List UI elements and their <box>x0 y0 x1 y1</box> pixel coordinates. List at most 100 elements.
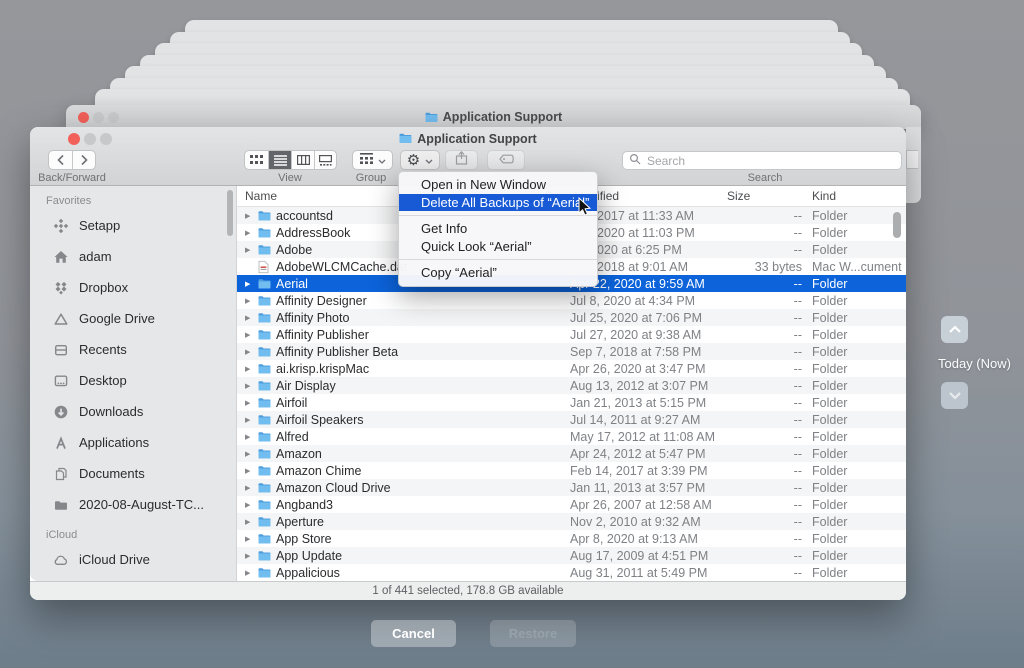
column-header-size[interactable]: Size <box>727 189 750 203</box>
group-button[interactable] <box>352 150 393 170</box>
sidebar-item-recents[interactable]: Recents <box>30 334 236 365</box>
search-label: Search <box>715 172 815 184</box>
folder-icon <box>258 431 271 442</box>
file-name: Airfoil Speakers <box>276 413 364 427</box>
file-row-alfred[interactable]: ▶AlfredMay 17, 2012 at 11:08 AM--Folder <box>237 428 906 445</box>
disclosure-triangle-icon[interactable]: ▶ <box>245 552 250 560</box>
file-name: Amazon <box>276 447 322 461</box>
sidebar-item-desktop[interactable]: Desktop <box>30 365 236 396</box>
file-date-modified: Apr 26, 2020 at 3:47 PM <box>570 362 706 376</box>
file-date-modified: 2020 at 11:03 PM <box>597 226 695 240</box>
list-view-icon[interactable] <box>268 151 291 169</box>
sidebar-item-icloud-drive[interactable]: iCloud Drive <box>30 544 236 575</box>
file-row-aperture[interactable]: ▶ApertureNov 2, 2010 at 9:32 AM--Folder <box>237 513 906 530</box>
menu-item-quick-look-aerial[interactable]: Quick Look “Aerial” <box>399 238 597 256</box>
file-row-affinity-photo[interactable]: ▶Affinity PhotoJul 25, 2020 at 7:06 PM--… <box>237 309 906 326</box>
sidebar-item-documents[interactable]: Documents <box>30 458 236 489</box>
forward-button[interactable] <box>72 151 95 169</box>
file-size: -- <box>717 277 802 291</box>
file-row-app-store[interactable]: ▶App StoreApr 8, 2020 at 9:13 AM--Folder <box>237 530 906 547</box>
sidebar-item-2020-08-august-tc[interactable]: 2020-08-August-TC... <box>30 489 236 520</box>
file-row-airfoil-speakers[interactable]: ▶ Airfoil Speakers Jul 14, 2011 at 9:27 AM… <box>237 411 906 428</box>
disclosure-triangle-icon[interactable]: ▶ <box>245 399 250 407</box>
file-kind: Folder <box>812 209 847 223</box>
file-row-ai-krisp-krispmac[interactable]: ▶ai.krisp.krispMacApr 26, 2020 at 3:47 P… <box>237 360 906 377</box>
file-name: Aperture <box>276 515 324 529</box>
restore-button[interactable]: Restore <box>490 620 576 647</box>
disclosure-triangle-icon[interactable]: ▶ <box>245 229 250 237</box>
file-kind: Folder <box>812 430 847 444</box>
file-row-app-update[interactable]: ▶App UpdateAug 17, 2009 at 4:51 PM--Fold… <box>237 547 906 564</box>
disclosure-triangle-icon[interactable]: ▶ <box>245 535 250 543</box>
home-icon <box>52 248 69 265</box>
column-header-name[interactable]: Name <box>245 189 277 203</box>
file-row-airfoil[interactable]: ▶AirfoilJan 21, 2013 at 5:15 PM--Folder <box>237 394 906 411</box>
disclosure-triangle-icon[interactable]: ▶ <box>245 382 250 390</box>
disclosure-triangle-icon[interactable]: ▶ <box>245 467 250 475</box>
disclosure-triangle-icon[interactable]: ▶ <box>245 433 250 441</box>
menu-item-get-info[interactable]: Get Info <box>399 220 597 238</box>
disclosure-triangle-icon[interactable]: ▶ <box>245 416 250 424</box>
file-row-air-display[interactable]: ▶Air DisplayAug 13, 2012 at 3:07 PM--Fol… <box>237 377 906 394</box>
file-row-amazon-cloud-drive[interactable]: ▶Amazon Cloud DriveJan 11, 2013 at 3:57 … <box>237 479 906 496</box>
file-row-affinity-publisher-beta[interactable]: ▶Affinity Publisher BetaSep 7, 2018 at 7… <box>237 343 906 360</box>
file-kind: Folder <box>812 243 847 257</box>
action-menu-button[interactable]: ⚙ <box>400 150 440 170</box>
disclosure-triangle-icon[interactable]: ▶ <box>245 280 250 288</box>
file-row-affinity-publisher[interactable]: ▶Affinity PublisherJul 27, 2020 at 9:38 … <box>237 326 906 343</box>
file-name: App Store <box>276 532 332 546</box>
file-row-amazon[interactable]: ▶AmazonApr 24, 2012 at 5:47 PM--Folder <box>237 445 906 462</box>
search-input[interactable] <box>645 153 895 169</box>
disclosure-triangle-icon[interactable]: ▶ <box>245 297 250 305</box>
folder-icon <box>258 227 271 238</box>
timeline-back-button[interactable] <box>941 316 968 343</box>
list-scrollbar[interactable] <box>893 212 901 238</box>
column-view-icon[interactable] <box>291 151 314 169</box>
sidebar-scrollbar[interactable] <box>227 190 233 236</box>
disclosure-triangle-icon[interactable]: ▶ <box>245 484 250 492</box>
downloads-icon <box>52 403 69 420</box>
disclosure-triangle-icon[interactable]: ▶ <box>245 569 250 577</box>
file-date-modified: Jan 11, 2013 at 3:57 PM <box>570 481 705 495</box>
cancel-button[interactable]: Cancel <box>371 620 456 647</box>
sidebar-item-downloads[interactable]: Downloads <box>30 396 236 427</box>
file-row-appalicious[interactable]: ▶AppaliciousAug 31, 2011 at 5:49 PM--Fol… <box>237 564 906 581</box>
sidebar-item-label: Documents <box>79 466 145 481</box>
folder-icon <box>258 533 271 544</box>
timeline-label: Today (Now) <box>938 356 1011 371</box>
disclosure-triangle-icon[interactable]: ▶ <box>245 348 250 356</box>
file-row-amazon-chime[interactable]: ▶Amazon ChimeFeb 14, 2017 at 3:39 PM--Fo… <box>237 462 906 479</box>
disclosure-triangle-icon[interactable]: ▶ <box>245 246 250 254</box>
disclosure-triangle-icon[interactable]: ▶ <box>245 501 250 509</box>
folder-icon <box>258 363 271 374</box>
file-size: -- <box>717 379 802 393</box>
sidebar-item-dropbox[interactable]: Dropbox <box>30 272 236 303</box>
file-date-modified: Jul 14, 2011 at 9:27 AM <box>570 413 700 427</box>
search-field[interactable] <box>622 151 902 170</box>
file-row-affinity-designer[interactable]: ▶Affinity DesignerJul 8, 2020 at 4:34 PM… <box>237 292 906 309</box>
icon-view-icon[interactable] <box>245 151 268 169</box>
disclosure-triangle-icon[interactable]: ▶ <box>245 331 250 339</box>
sidebar-item-applications[interactable]: Applications <box>30 427 236 458</box>
disclosure-triangle-icon[interactable]: ▶ <box>245 518 250 526</box>
disclosure-triangle-icon[interactable]: ▶ <box>245 212 250 220</box>
menu-item-delete-all-backups-of-aerial[interactable]: Delete All Backups of “Aerial” <box>399 194 597 212</box>
column-header-kind[interactable]: Kind <box>812 189 836 203</box>
sidebar-item-adam[interactable]: adam <box>30 241 236 272</box>
disclosure-triangle-icon[interactable]: ▶ <box>245 314 250 322</box>
disclosure-triangle-icon[interactable]: ▶ <box>245 365 250 373</box>
file-size: -- <box>717 515 802 529</box>
menu-item-copy-aerial[interactable]: Copy “Aerial” <box>399 264 597 282</box>
disclosure-triangle-icon[interactable]: ▶ <box>245 450 250 458</box>
sidebar-item-label: Setapp <box>79 218 120 233</box>
file-date-modified: Jul 8, 2020 at 4:34 PM <box>570 294 695 308</box>
back-button[interactable] <box>49 151 72 169</box>
sidebar-item-google-drive[interactable]: Google Drive <box>30 303 236 334</box>
timeline-forward-button[interactable] <box>941 382 968 409</box>
folder-icon <box>258 499 271 510</box>
file-row-angband3[interactable]: ▶Angband3Apr 26, 2007 at 12:58 AM--Folde… <box>237 496 906 513</box>
gallery-view-icon[interactable] <box>314 151 336 169</box>
menu-item-open-in-new-window[interactable]: Open in New Window <box>399 176 597 194</box>
sidebar-item-setapp[interactable]: Setapp <box>30 210 236 241</box>
file-kind: Mac W...cument <box>812 260 902 274</box>
